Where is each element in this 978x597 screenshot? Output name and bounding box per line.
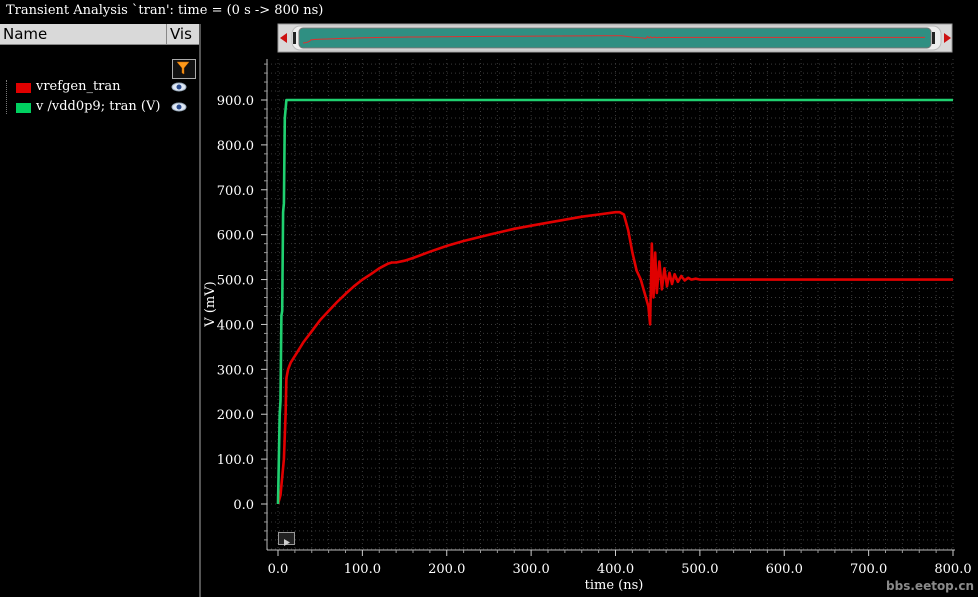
y-tick-label: 0.0 <box>233 498 254 513</box>
y-tick-label: 700.0 <box>217 184 254 199</box>
grid <box>267 59 955 550</box>
x-tick-label: 200.0 <box>428 562 465 577</box>
x-tick-label: 400.0 <box>597 562 634 577</box>
x-tick-label: 0.0 <box>268 562 289 577</box>
play-icon <box>284 539 290 546</box>
overview-right-handle[interactable] <box>932 32 935 44</box>
x-tick-label: 700.0 <box>850 562 887 577</box>
y-tick-label: 600.0 <box>217 229 254 244</box>
y-ticks: 0.0 100.0 200.0 300.0 400.0 500.0 600.0 700.0 80… <box>217 63 267 541</box>
x-axis-label: time (ns) <box>585 578 644 593</box>
waveform-plot[interactable]: 0.0 100.0 200.0 300.0 400.0 500.0 600.0 700.0 80… <box>0 0 978 597</box>
play-button[interactable] <box>278 532 295 546</box>
x-tick-label: 800.0 <box>934 562 971 577</box>
y-tick-label: 300.0 <box>217 363 254 378</box>
x-tick-label: 300.0 <box>513 562 550 577</box>
overview-preview <box>298 27 932 49</box>
y-tick-label: 200.0 <box>217 408 254 423</box>
overview-left-handle[interactable] <box>293 32 296 44</box>
overview-scrollbar[interactable] <box>277 23 953 53</box>
x-tick-label: 600.0 <box>766 562 803 577</box>
watermark: bbs.eetop.cn <box>886 579 974 593</box>
x-tick-label: 100.0 <box>344 562 381 577</box>
x-tick-label: 500.0 <box>681 562 718 577</box>
y-tick-label: 400.0 <box>217 318 254 333</box>
y-tick-label: 100.0 <box>217 453 254 468</box>
axes <box>266 59 955 551</box>
y-axis-label: V (mV) <box>203 281 218 327</box>
y-tick-label: 800.0 <box>217 139 254 154</box>
y-tick-label: 900.0 <box>217 94 254 109</box>
x-ticks: 0.0 100.0 200.0 300.0 400.0 500.0 600.0 700.0 80… <box>268 550 972 577</box>
y-tick-label: 500.0 <box>217 274 254 289</box>
